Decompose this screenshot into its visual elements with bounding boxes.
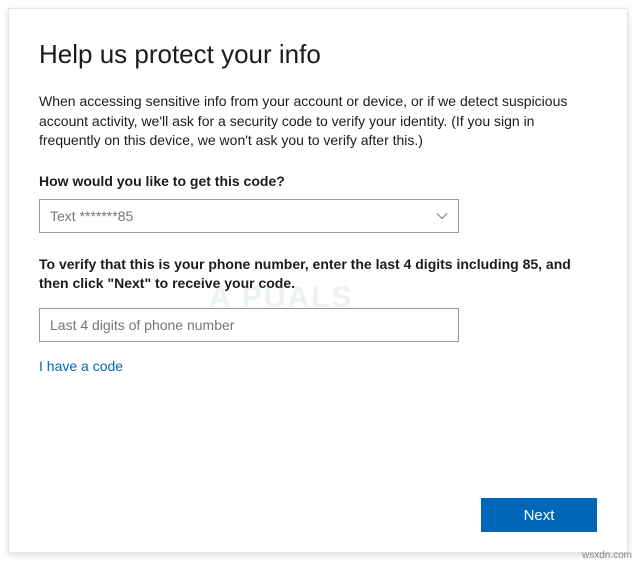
verify-instruction: To verify that this is your phone number… <box>39 255 597 294</box>
chevron-down-icon <box>436 210 448 222</box>
dialog-footer: Next <box>39 498 597 532</box>
last-4-digits-input[interactable] <box>39 308 459 342</box>
next-button[interactable]: Next <box>481 498 597 532</box>
method-label: How would you like to get this code? <box>39 173 597 189</box>
code-method-select[interactable]: Text *******85 <box>39 199 459 233</box>
dialog-title: Help us protect your info <box>39 39 597 70</box>
dialog-description: When accessing sensitive info from your … <box>39 92 597 151</box>
code-method-selected: Text *******85 <box>50 208 133 224</box>
spacer <box>39 374 597 498</box>
attribution-text: wsxdn.com <box>582 550 632 561</box>
verify-identity-dialog: Help us protect your info When accessing… <box>8 8 628 553</box>
have-code-link[interactable]: I have a code <box>39 358 123 374</box>
